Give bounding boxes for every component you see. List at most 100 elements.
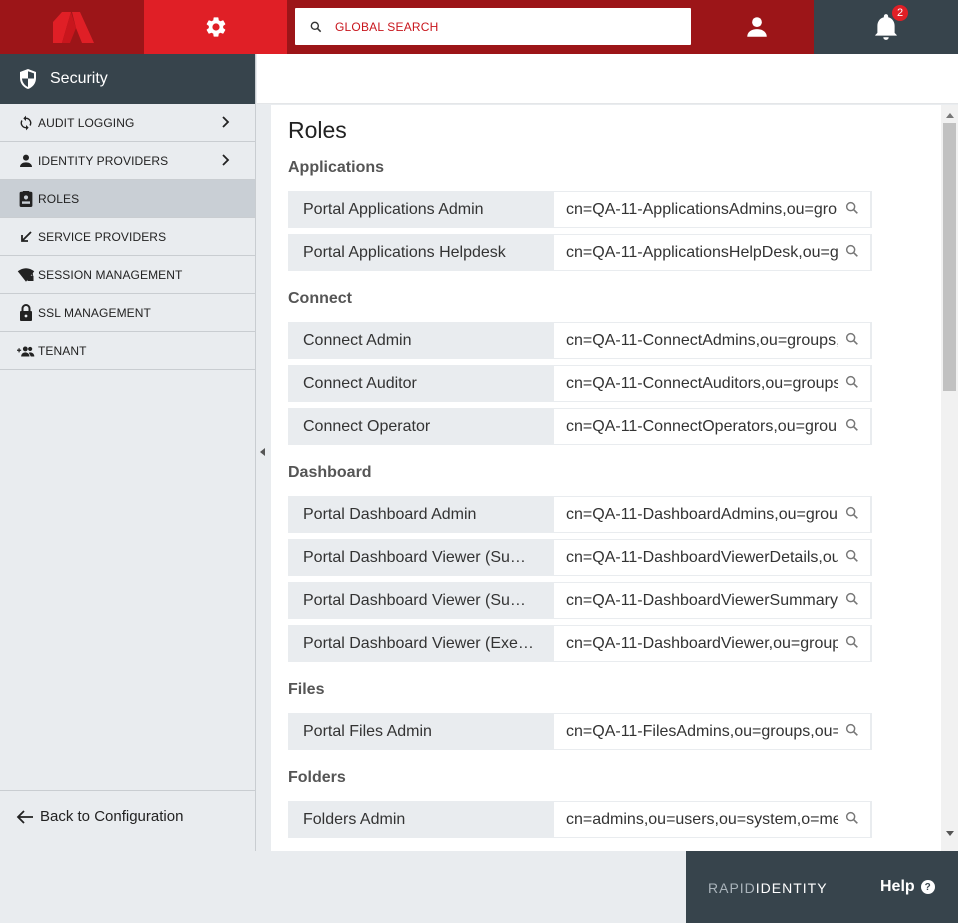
search-icon[interactable]	[844, 722, 860, 738]
role-name: Portal Dashboard Admin	[303, 506, 477, 523]
role-dn-input[interactable]	[566, 374, 838, 393]
role-dn-input[interactable]	[566, 722, 838, 741]
sidebar: Security AUDIT LOGGING IDENTITY PROVIDER…	[0, 54, 256, 851]
chevron-right-icon	[222, 116, 230, 128]
settings-button[interactable]	[144, 0, 287, 54]
sidebar-item-label: SESSION MANAGEMENT	[38, 267, 183, 282]
page-title: Roles	[288, 117, 347, 143]
brand-wordmark: RAPIDIDENTITY	[708, 880, 828, 896]
role-name: Connect Auditor	[303, 375, 417, 392]
help-button[interactable]: Help ?	[880, 878, 935, 896]
sidebar-item-tenant[interactable]: TENANT	[0, 332, 255, 370]
role-row: Portal Dashboard Viewer (Summary Details…	[288, 539, 872, 576]
scroll-up-arrow-icon[interactable]	[946, 113, 954, 118]
global-search[interactable]	[295, 8, 691, 45]
sidebar-item-label: SERVICE PROVIDERS	[38, 229, 167, 244]
role-name: Portal Files Admin	[303, 723, 432, 740]
footer-bar: RAPIDIDENTITY Help ?	[686, 851, 958, 923]
role-dn-field[interactable]	[554, 235, 870, 270]
lock-icon	[17, 304, 35, 322]
brand-light: RAPID	[708, 880, 756, 896]
role-dn-field[interactable]	[554, 626, 870, 661]
footer-left	[0, 851, 686, 923]
shield-icon	[20, 69, 36, 89]
role-dn-field[interactable]	[554, 802, 870, 837]
role-dn-field[interactable]	[554, 192, 870, 227]
role-row: Portal Dashboard Viewer (Summary)	[288, 582, 872, 619]
roles-panel: Roles Applications Portal Applications A…	[271, 105, 941, 851]
sidebar-item-audit-logging[interactable]: AUDIT LOGGING	[0, 104, 255, 142]
role-dn-field[interactable]	[554, 540, 870, 575]
user-profile-button[interactable]	[700, 0, 814, 54]
arrow-southwest-icon	[17, 228, 35, 246]
role-name: Folders Admin	[303, 811, 406, 828]
sidebar-item-session-management[interactable]: SESSION MANAGEMENT	[0, 256, 255, 294]
role-dn-field[interactable]	[554, 497, 870, 532]
sidebar-item-ssl-management[interactable]: SSL MANAGEMENT	[0, 294, 255, 332]
scroll-down-arrow-icon[interactable]	[946, 831, 954, 836]
app-logo[interactable]	[0, 0, 144, 54]
role-name: Portal Dashboard Viewer (Summary Details…	[303, 549, 539, 566]
group-label-dashboard: Dashboard	[288, 464, 372, 481]
sidebar-item-identity-providers[interactable]: IDENTITY PROVIDERS	[0, 142, 255, 180]
role-dn-input[interactable]	[566, 243, 838, 262]
role-dn-input[interactable]	[566, 200, 838, 219]
global-search-input[interactable]	[335, 19, 655, 34]
role-name: Portal Applications Admin	[303, 201, 484, 218]
search-icon[interactable]	[844, 417, 860, 433]
role-dn-input[interactable]	[566, 634, 838, 653]
search-icon[interactable]	[844, 634, 860, 650]
brand-bold: IDENTITY	[755, 880, 828, 896]
help-label: Help	[880, 878, 915, 895]
search-icon[interactable]	[844, 591, 860, 607]
role-row: Portal Dashboard Admin	[288, 496, 872, 533]
wifi-lock-icon	[17, 266, 35, 284]
back-to-configuration-link[interactable]: Back to Configuration	[0, 790, 256, 842]
search-icon[interactable]	[844, 200, 860, 216]
role-name: Portal Dashboard Viewer (Summary)	[303, 592, 539, 609]
role-dn-input[interactable]	[566, 591, 838, 610]
search-icon[interactable]	[844, 374, 860, 390]
role-row: Connect Auditor	[288, 365, 872, 402]
role-dn-input[interactable]	[566, 331, 838, 350]
sync-icon	[17, 114, 35, 132]
search-icon[interactable]	[844, 243, 860, 259]
group-label-files: Files	[288, 681, 325, 698]
sidebar-item-label: SSL MANAGEMENT	[38, 305, 151, 320]
role-dn-input[interactable]	[566, 505, 838, 524]
search-icon	[310, 21, 322, 32]
role-row: Portal Applications Admin	[288, 191, 872, 228]
group-add-icon	[17, 342, 35, 360]
role-row: Connect Admin	[288, 322, 872, 359]
sidebar-header: Security	[0, 54, 255, 104]
search-icon[interactable]	[844, 505, 860, 521]
search-icon[interactable]	[844, 331, 860, 347]
search-icon[interactable]	[844, 548, 860, 564]
sidebar-item-service-providers[interactable]: SERVICE PROVIDERS	[0, 218, 255, 256]
role-dn-field[interactable]	[554, 409, 870, 444]
sidebar-item-label: AUDIT LOGGING	[38, 115, 135, 130]
vertical-scrollbar[interactable]	[941, 105, 958, 851]
role-dn-field[interactable]	[554, 323, 870, 358]
notification-badge: 2	[892, 5, 908, 21]
role-row: Folders Admin	[288, 801, 872, 838]
role-dn-field[interactable]	[554, 366, 870, 401]
role-dn-input[interactable]	[566, 810, 838, 829]
role-dn-field[interactable]	[554, 714, 870, 749]
role-dn-input[interactable]	[566, 548, 838, 567]
sidebar-collapse-handle[interactable]	[257, 54, 271, 851]
sidebar-title: Security	[50, 70, 108, 87]
role-row: Portal Applications Helpdesk	[288, 234, 872, 271]
search-icon[interactable]	[844, 810, 860, 826]
notifications-button[interactable]	[814, 0, 958, 54]
rapididentity-logo-icon	[53, 12, 94, 43]
person-icon	[17, 152, 35, 170]
scrollbar-thumb[interactable]	[943, 123, 956, 391]
user-icon	[747, 17, 767, 37]
role-dn-input[interactable]	[566, 417, 838, 436]
role-dn-field[interactable]	[554, 583, 870, 618]
sidebar-item-label: ROLES	[38, 191, 80, 206]
group-label-applications: Applications	[288, 159, 385, 176]
role-name: Connect Admin	[303, 332, 412, 349]
sidebar-item-roles[interactable]: ROLES	[0, 180, 255, 218]
